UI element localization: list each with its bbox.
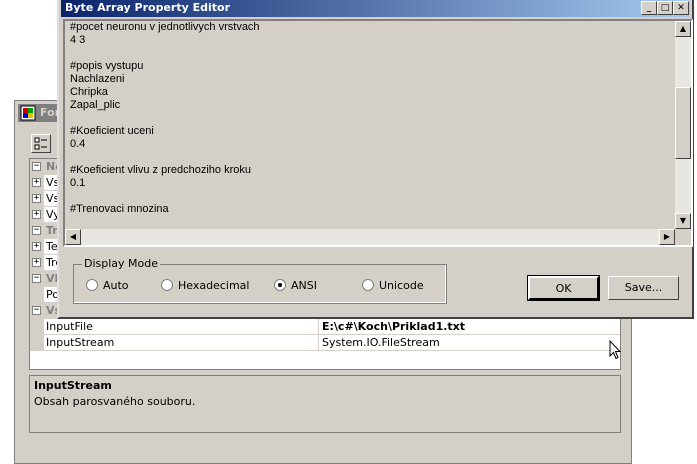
property-value[interactable]: System.IO.FileStream bbox=[318, 335, 440, 350]
editor-content[interactable]: #pocet neuronu v jednotlivych vrstvach 4… bbox=[70, 21, 260, 216]
row-label: Te bbox=[46, 240, 58, 253]
mouse-cursor-icon bbox=[609, 339, 622, 363]
close-button[interactable]: ✕ bbox=[673, 1, 689, 15]
arrow-down-icon: ▼ bbox=[679, 216, 687, 225]
form-app-icon bbox=[20, 105, 36, 121]
expand-icon[interactable]: + bbox=[32, 194, 41, 203]
radio-auto-label[interactable]: Auto bbox=[103, 279, 129, 292]
categorized-icon bbox=[34, 137, 47, 150]
arrow-left-icon: ◀ bbox=[69, 232, 77, 241]
horizontal-scrollbar[interactable]: ◀ ▶ bbox=[65, 229, 675, 245]
scroll-down-button[interactable]: ▼ bbox=[675, 213, 691, 229]
vertical-scrollbar[interactable]: ▲ ▼ bbox=[675, 21, 691, 229]
row-margin bbox=[30, 287, 44, 303]
collapse-icon[interactable]: − bbox=[32, 226, 41, 235]
radio-selected-dot bbox=[278, 283, 282, 287]
expand-icon[interactable]: + bbox=[32, 258, 41, 267]
property-row-inputstream[interactable]: InputStream System.IO.FileStream bbox=[30, 335, 620, 351]
expand-icon[interactable]: + bbox=[32, 242, 41, 251]
radio-hexadecimal-label[interactable]: Hexadecimal bbox=[178, 279, 249, 292]
radio-auto-circle[interactable] bbox=[86, 279, 98, 291]
arrow-up-icon: ▲ bbox=[679, 24, 687, 33]
dialog-titlebar[interactable]: Byte Array Property Editor _ □ ✕ bbox=[61, 0, 690, 17]
radio-ansi-label[interactable]: ANSI bbox=[291, 279, 317, 292]
display-mode-legend: Display Mode bbox=[82, 257, 161, 270]
radio-unicode-circle[interactable] bbox=[362, 279, 374, 291]
radio-hexadecimal-circle[interactable] bbox=[161, 279, 173, 291]
row-margin bbox=[30, 335, 44, 351]
row-margin bbox=[30, 319, 44, 335]
maximize-button[interactable]: □ bbox=[657, 1, 673, 15]
collapse-icon[interactable]: − bbox=[32, 274, 41, 283]
expand-icon[interactable]: + bbox=[32, 210, 41, 219]
radio-ansi-circle[interactable] bbox=[274, 279, 286, 291]
radio-unicode-label[interactable]: Unicode bbox=[379, 279, 424, 292]
property-description-panel: InputStream Obsah parosvaného souboru. bbox=[29, 375, 621, 433]
byte-array-text-editor[interactable]: #pocet neuronu v jednotlivych vrstvach 4… bbox=[63, 19, 693, 247]
arrow-right-icon: ▶ bbox=[663, 232, 671, 241]
minimize-button[interactable]: _ bbox=[641, 1, 657, 15]
display-mode-group: Display Mode Auto Hexadecimal ANSI Unico… bbox=[73, 257, 447, 304]
collapse-icon[interactable]: − bbox=[32, 162, 41, 171]
expand-icon[interactable]: + bbox=[32, 178, 41, 187]
property-name: InputFile bbox=[46, 320, 93, 333]
description-text: Obsah parosvaného souboru. bbox=[34, 395, 196, 408]
property-row-inputfile[interactable]: InputFile E:\c#\Koch\Priklad1.txt bbox=[30, 319, 620, 335]
categorized-view-button[interactable] bbox=[31, 134, 51, 153]
collapse-icon[interactable]: − bbox=[32, 306, 41, 315]
scroll-right-button[interactable]: ▶ bbox=[659, 229, 675, 245]
scrollbar-corner bbox=[675, 229, 691, 245]
scroll-up-button[interactable]: ▲ bbox=[675, 21, 691, 37]
dialog-title: Byte Array Property Editor bbox=[65, 1, 231, 14]
minimize-icon: _ bbox=[646, 3, 652, 13]
property-name: InputStream bbox=[46, 336, 115, 349]
scroll-left-button[interactable]: ◀ bbox=[65, 229, 81, 245]
ok-button[interactable]: OK bbox=[527, 275, 600, 301]
close-icon: ✕ bbox=[677, 3, 685, 13]
property-value[interactable]: E:\c#\Koch\Priklad1.txt bbox=[318, 319, 465, 334]
description-title: InputStream bbox=[34, 379, 112, 392]
save-button[interactable]: Save... bbox=[608, 276, 679, 300]
byte-array-editor-dialog: Byte Array Property Editor _ □ ✕ #pocet … bbox=[57, 0, 694, 319]
vertical-scroll-thumb[interactable] bbox=[675, 87, 691, 159]
maximize-icon: □ bbox=[660, 3, 670, 13]
